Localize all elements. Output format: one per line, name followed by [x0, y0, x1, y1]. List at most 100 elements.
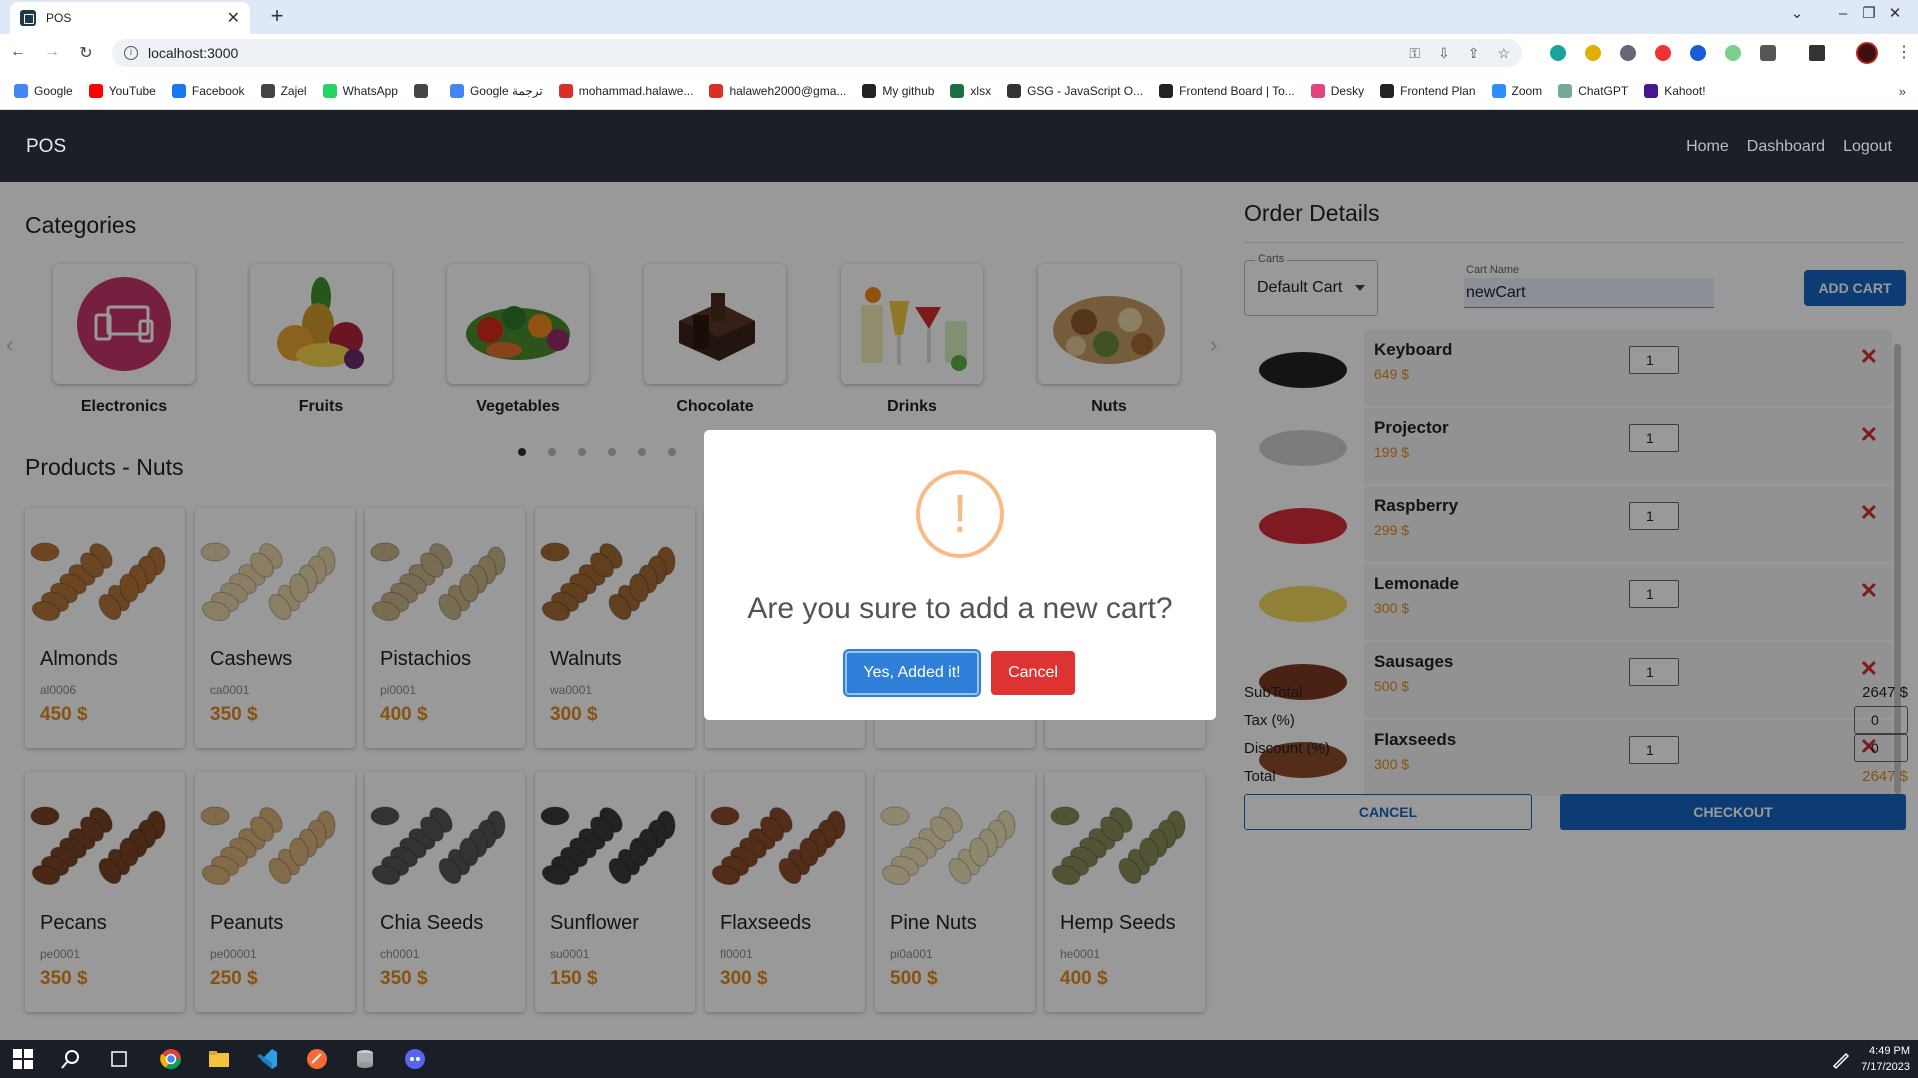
bookmark-label: Zajel: [280, 83, 307, 98]
nav-logout[interactable]: Logout: [1843, 138, 1892, 156]
extension-icon[interactable]: [1690, 45, 1706, 61]
windows-start-icon[interactable]: [12, 1048, 34, 1070]
bookmark-item[interactable]: GSG - JavaScript O...: [1007, 83, 1144, 98]
app-favicon-icon: [20, 10, 36, 26]
bookmark-favicon-icon: [171, 83, 186, 98]
new-tab-button[interactable]: +: [264, 4, 290, 30]
tab-title: POS: [46, 11, 72, 25]
bookmark-favicon-icon: [1310, 83, 1325, 98]
browser-tab-strip: POS ✕ + ⌄ – ❐ ✕: [0, 0, 1918, 34]
confirm-add-button[interactable]: Yes, Added it!: [845, 651, 979, 695]
system-clock[interactable]: 4:49 PM 7/17/2023: [1861, 1043, 1910, 1075]
close-window-button[interactable]: ✕: [1872, 0, 1918, 30]
warning-icon: !: [916, 470, 1004, 558]
bookmark-item[interactable]: Desky: [1310, 83, 1364, 98]
nav-dashboard[interactable]: Dashboard: [1747, 138, 1825, 156]
extension-icon[interactable]: [1725, 45, 1741, 61]
file-explorer-icon[interactable]: [208, 1048, 230, 1070]
site-info-icon[interactable]: i: [124, 46, 138, 60]
bookmark-label: YouTube: [108, 83, 156, 98]
bookmark-item[interactable]: mohammad.halawe...: [558, 83, 694, 98]
bookmark-item[interactable]: Frontend Board | To...: [1159, 83, 1295, 98]
bookmark-label: mohammad.halawe...: [578, 83, 694, 98]
key-icon[interactable]: ⚿: [1409, 45, 1420, 62]
bookmark-favicon-icon: [413, 83, 428, 98]
forward-arrow-icon[interactable]: →: [42, 43, 62, 61]
dialog-cancel-button[interactable]: Cancel: [991, 651, 1075, 695]
task-view-icon[interactable]: [108, 1048, 130, 1070]
app-brand[interactable]: POS: [26, 136, 66, 158]
bookmark-item[interactable]: Kahoot!: [1644, 83, 1706, 98]
bookmark-favicon-icon: [1159, 83, 1174, 98]
extension-icon[interactable]: [1655, 45, 1671, 61]
bookmark-item[interactable]: Facebook: [171, 83, 245, 98]
profile-avatar[interactable]: [1856, 42, 1878, 64]
extension-icon[interactable]: [1620, 45, 1636, 61]
reload-icon[interactable]: ↻: [76, 43, 96, 63]
bookmark-favicon-icon: [558, 83, 573, 98]
bookmark-label: Kahoot!: [1664, 83, 1706, 98]
more-bookmarks-icon[interactable]: »: [1899, 84, 1906, 99]
pen-icon[interactable]: [1830, 1048, 1852, 1070]
bookmark-item[interactable]: halaweh2000@gma...: [709, 83, 846, 98]
puzzle-icon[interactable]: [1760, 45, 1776, 61]
vscode-icon[interactable]: [256, 1048, 278, 1070]
bookmark-favicon-icon: [1007, 83, 1022, 98]
menu-icon[interactable]: ⋮: [1896, 42, 1912, 62]
bookmark-item[interactable]: [413, 83, 434, 98]
extension-icon[interactable]: [1585, 45, 1601, 61]
discord-icon[interactable]: [404, 1048, 426, 1070]
bookmark-item[interactable]: Zajel: [260, 83, 307, 98]
bookmark-item[interactable]: Frontend Plan: [1380, 83, 1476, 98]
dialog-message: Are you sure to add a new cart?: [747, 592, 1173, 625]
search-icon[interactable]: [60, 1048, 82, 1070]
bookmark-favicon-icon: [449, 83, 464, 98]
database-icon[interactable]: [354, 1048, 376, 1070]
side-panel-icon[interactable]: [1809, 45, 1825, 61]
bookmark-label: Google ترجمة: [469, 83, 543, 98]
nav-home[interactable]: Home: [1686, 138, 1729, 156]
bookmark-item[interactable]: My github: [862, 83, 935, 98]
tab-close-icon[interactable]: ✕: [227, 8, 240, 28]
app-nav: Home Dashboard Logout: [1686, 138, 1892, 156]
bookmark-favicon-icon: [709, 83, 724, 98]
back-arrow-icon[interactable]: ←: [8, 43, 28, 61]
bookmark-favicon-icon: [1380, 83, 1395, 98]
bookmark-favicon-icon: [1491, 83, 1506, 98]
postman-icon[interactable]: [306, 1048, 328, 1070]
bookmark-favicon-icon: [88, 83, 103, 98]
chrome-icon[interactable]: [160, 1048, 182, 1070]
confirm-dialog: ! Are you sure to add a new cart? Yes, A…: [704, 430, 1216, 720]
bookmark-favicon-icon: [14, 83, 28, 98]
share-icon[interactable]: ⇪: [1468, 45, 1480, 62]
extension-icon[interactable]: [1550, 45, 1566, 61]
install-icon[interactable]: ⇩: [1438, 45, 1450, 62]
bookmark-label: Frontend Board | To...: [1179, 83, 1295, 98]
bookmark-favicon-icon: [1644, 83, 1659, 98]
address-bar[interactable]: i localhost:3000 ⚿ ⇩ ⇪ ☆: [112, 39, 1522, 67]
bookmark-favicon-icon: [1558, 83, 1573, 98]
bookmark-item[interactable]: xlsx: [950, 83, 991, 98]
extensions-bar: [1550, 45, 1825, 61]
bookmark-favicon-icon: [950, 83, 965, 98]
bookmark-label: Zoom: [1511, 83, 1543, 98]
bookmark-favicon-icon: [260, 83, 275, 98]
bookmark-item[interactable]: WhatsApp: [322, 83, 398, 98]
browser-tab[interactable]: POS ✕: [10, 2, 250, 34]
bookmark-label: ChatGPT: [1578, 83, 1629, 98]
clock-date: 7/17/2023: [1861, 1061, 1910, 1073]
bookmark-item[interactable]: Google ترجمة: [449, 83, 543, 98]
bookmark-label: Google: [34, 83, 73, 98]
star-icon[interactable]: ☆: [1497, 45, 1510, 62]
bookmark-item[interactable]: YouTube: [88, 83, 156, 98]
bookmark-label: GSG - JavaScript O...: [1027, 83, 1144, 98]
chevron-down-icon[interactable]: ⌄: [1774, 0, 1820, 30]
bookmark-item[interactable]: Google: [14, 83, 73, 98]
bookmark-favicon-icon: [322, 83, 337, 98]
app-header: POS Home Dashboard Logout: [0, 110, 1918, 182]
url-text[interactable]: localhost:3000: [148, 45, 238, 61]
bookmark-label: My github: [882, 83, 935, 98]
bookmark-label: WhatsApp: [342, 83, 398, 98]
bookmark-item[interactable]: ChatGPT: [1558, 83, 1629, 98]
bookmark-item[interactable]: Zoom: [1491, 83, 1543, 98]
